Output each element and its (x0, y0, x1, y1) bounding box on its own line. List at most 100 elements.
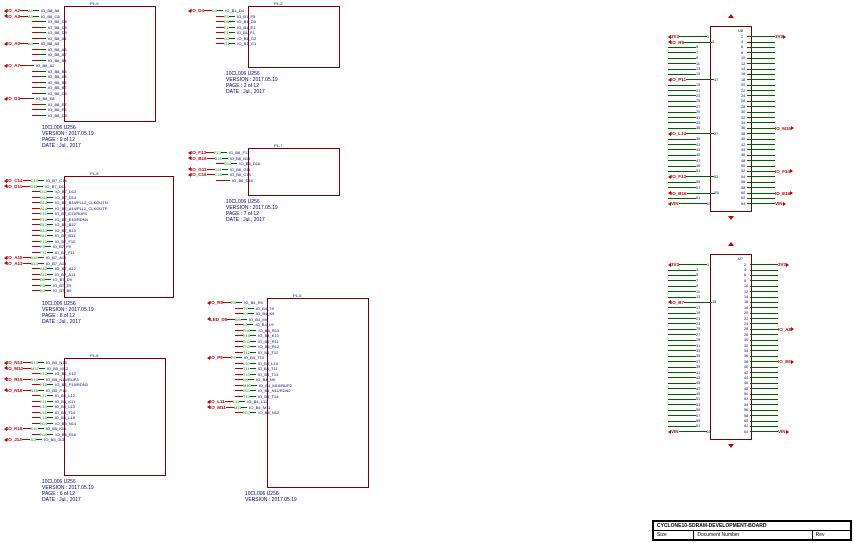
wire (216, 180, 224, 181)
net-label: F11 (40, 250, 47, 255)
wire (226, 407, 234, 408)
signal-label: IO_B7_A15 (46, 255, 67, 260)
signal-label: IO_B6_C15 (230, 172, 251, 177)
net-label: F13 (214, 150, 221, 155)
pin-number: 63 (707, 202, 713, 206)
net-label: M11 (234, 405, 241, 410)
wire (750, 383, 778, 384)
wire (747, 90, 775, 91)
pin-number: 15 (696, 72, 702, 76)
wire (32, 27, 40, 28)
pin-number: 53 (714, 175, 720, 179)
wire (250, 346, 256, 347)
pin-number: 47 (696, 387, 702, 391)
pin-number: 17 (714, 78, 720, 82)
wire (32, 241, 40, 242)
wire (32, 76, 40, 77)
port-label: VIN (671, 429, 679, 434)
wire (668, 63, 696, 64)
wire (750, 318, 778, 319)
connector-u7: U7 3V3135791113IO_B715171921232527293133… (710, 254, 752, 440)
net-label: T13 (243, 372, 250, 377)
wire (40, 93, 46, 94)
pin-number: 13 (696, 295, 702, 299)
signal-label: IO_B4_T12 (258, 350, 278, 355)
port-label: IO_N13 (7, 360, 23, 365)
wire (747, 171, 775, 172)
signal-label: IO_B7_B14/PLL2_CLKOUTN (55, 200, 107, 205)
net-label: K10 (243, 333, 250, 338)
wire (668, 318, 696, 319)
wire (38, 180, 44, 181)
pin-number: 15 (712, 300, 718, 304)
wire (22, 186, 30, 187)
wire (668, 372, 696, 373)
wire (47, 373, 53, 374)
wire (668, 69, 696, 70)
signal-label: IO_B4_M9 (249, 317, 268, 322)
signal-label: IO_B4_L9 (255, 322, 273, 327)
port-icon (791, 360, 794, 364)
wire (32, 115, 40, 116)
wire (23, 263, 31, 264)
wire (747, 203, 775, 204)
signal-label: IO_B5_K15 (46, 426, 67, 431)
pin-number: 27 (696, 105, 702, 109)
net-label: D11 (30, 184, 37, 189)
port-label: IO_A3 (7, 14, 20, 19)
wire (229, 43, 235, 44)
block-p1-6: P1-6 IO_N13N13IO_B5_N13IO_M12M12IO_B5_M1… (42, 358, 166, 503)
signal-label: IO_B4_M11 (249, 405, 270, 410)
wire (750, 372, 778, 373)
net-label: L12 (40, 393, 47, 398)
wire (750, 421, 778, 422)
signal-label: IO_B8_A6 (48, 47, 66, 52)
wire (32, 268, 40, 269)
wire (32, 285, 40, 286)
wire (668, 139, 696, 140)
signal-label: IO_B4_K10 (258, 333, 279, 338)
wire (668, 394, 696, 395)
net-label: T14 (243, 394, 250, 399)
power-icon (728, 242, 734, 246)
port-label: IO_F13 (191, 150, 206, 155)
wire (235, 390, 243, 391)
net-label: G11 (215, 167, 222, 172)
wire (684, 302, 712, 303)
signal-label: IO_B4_R10 (258, 328, 279, 333)
pin-row: IO_B6_C16 (188, 178, 260, 184)
wire (668, 160, 696, 161)
signal-label: IO_B6_F13 (229, 150, 249, 155)
net-label: A14 (40, 206, 47, 211)
pin-row: B9IO_B7_B9 (4, 288, 108, 294)
pin-number: 1 (707, 35, 713, 39)
pin-row: N12IO_B4_N12 (207, 410, 292, 416)
wire (20, 98, 28, 99)
signal-label: IO_B5_N13 (46, 360, 67, 365)
signal-label: IO_B8_E7 (48, 102, 66, 107)
port-label: IO_M12 (7, 366, 23, 371)
wire (750, 286, 778, 287)
wire (32, 82, 40, 83)
pin-number: 61 (696, 196, 702, 200)
wire (38, 379, 44, 380)
pin-number: 47 (696, 159, 702, 163)
wire (225, 401, 233, 402)
signal-label: IO_B8_B7 (48, 85, 66, 90)
signal-label: IO_B5_T14 (55, 410, 75, 415)
pin-number: 5 (696, 45, 702, 49)
net-label: K12 (40, 371, 47, 376)
port-label: IO_M11 (210, 405, 226, 410)
signal-label: IO_B7_F10 (55, 239, 75, 244)
signal-label: IO_B1_G1 (237, 41, 256, 46)
connector-pin: 64VIN (744, 429, 794, 434)
wire (747, 128, 775, 129)
wire (250, 335, 256, 336)
wire (668, 187, 696, 188)
port-icon (791, 126, 794, 130)
port-label: IO_C14 (7, 178, 23, 183)
wire (668, 95, 696, 96)
wire (47, 395, 53, 396)
signal-label: IO_B5_N14/RUP3 (46, 377, 79, 382)
port-label: IO_B16 (191, 156, 207, 161)
